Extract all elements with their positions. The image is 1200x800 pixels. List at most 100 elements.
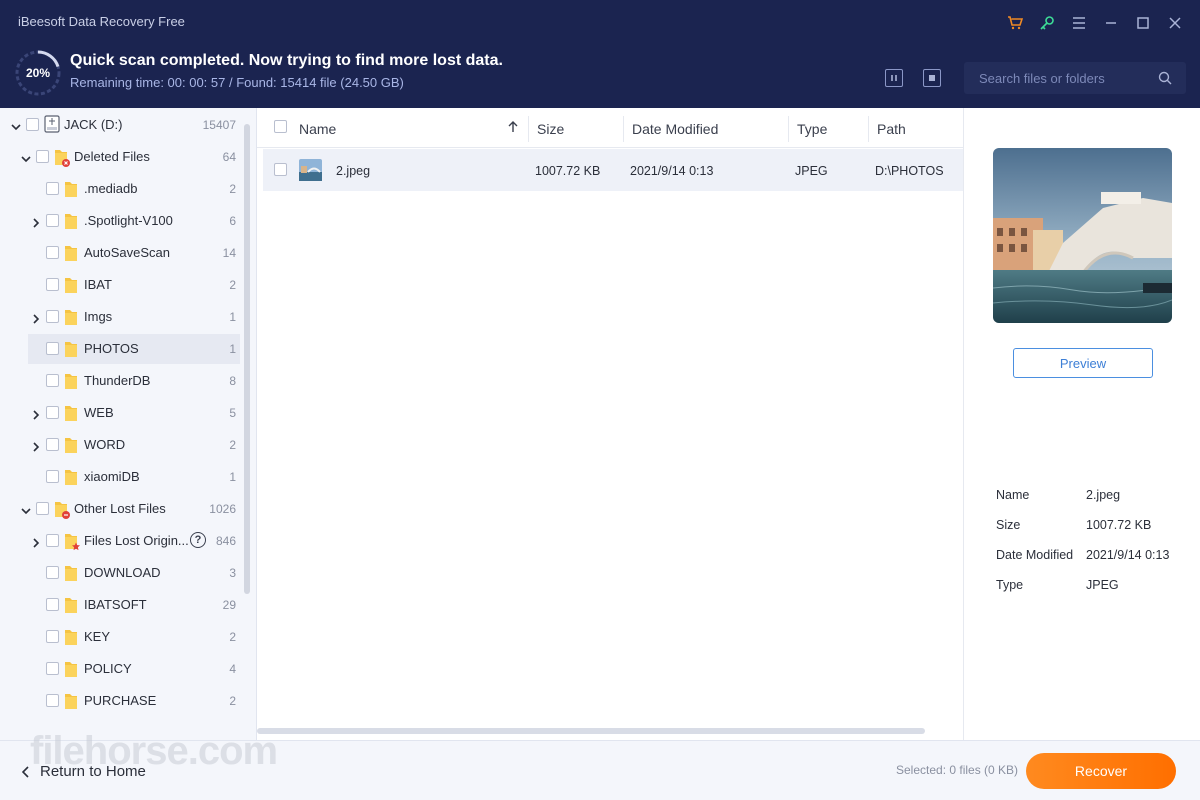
tree-checkbox[interactable]	[46, 662, 59, 675]
folder-tree: JACK (D:) 15407 Deleted Files 64 .mediadb 2 .S…	[0, 108, 257, 740]
chevron-down-icon[interactable]	[21, 152, 31, 163]
folder-icon	[64, 467, 78, 485]
tree-item-deleted-files[interactable]: Deleted Files 64	[0, 142, 240, 172]
info-name-label: Name	[996, 488, 1030, 502]
column-type[interactable]: Type	[797, 121, 827, 137]
sort-ascending-icon[interactable]	[508, 121, 518, 133]
chevron-right-icon[interactable]	[31, 216, 41, 228]
tree-item-folder[interactable]: AutoSaveScan 14	[0, 238, 240, 268]
chevron-right-icon[interactable]	[31, 440, 41, 452]
tree-checkbox[interactable]	[46, 694, 59, 707]
tree-item-folder[interactable]: Files Lost Origin...? 846	[0, 526, 240, 556]
tree-checkbox[interactable]	[46, 374, 59, 387]
tree-item-folder[interactable]: .Spotlight-V100 6	[0, 206, 240, 236]
preview-button[interactable]: Preview	[1013, 348, 1153, 378]
tree-checkbox[interactable]	[46, 182, 59, 195]
tree-item-label: IBAT	[84, 277, 112, 292]
tree-checkbox[interactable]	[46, 310, 59, 323]
tree-item-label: DOWNLOAD	[84, 565, 161, 580]
column-divider	[788, 116, 789, 142]
image-file-icon	[299, 159, 322, 181]
tree-item-folder[interactable]: KEY 2	[0, 622, 240, 652]
search-icon[interactable]	[1158, 71, 1172, 85]
tree-item-label: KEY	[84, 629, 111, 644]
tree-item-count: 29	[222, 598, 236, 612]
stop-button[interactable]	[923, 69, 941, 87]
recover-button[interactable]: Recover	[1026, 753, 1176, 789]
pause-button[interactable]	[885, 69, 903, 87]
tree-item-folder[interactable]: Imgs 1	[0, 302, 240, 332]
tree-item-folder[interactable]: DOWNLOAD 3	[0, 558, 240, 588]
sidebar-scrollbar[interactable]	[244, 124, 250, 594]
tree-checkbox[interactable]	[46, 246, 59, 259]
tree-item-folder[interactable]: .mediadb 2	[0, 174, 240, 204]
chevron-down-icon[interactable]	[21, 504, 31, 515]
help-icon[interactable]: ?	[190, 532, 206, 548]
minimize-icon[interactable]	[1100, 12, 1122, 34]
tree-item-folder[interactable]: PURCHASE 2	[0, 686, 240, 716]
tree-item-count: 1026	[209, 502, 236, 516]
tree-checkbox[interactable]	[46, 598, 59, 611]
tree-checkbox[interactable]	[46, 406, 59, 419]
tree-item-folder[interactable]: xiaomiDB 1	[0, 462, 240, 492]
key-icon[interactable]	[1036, 12, 1058, 34]
tree-checkbox[interactable]	[46, 534, 59, 547]
menu-icon[interactable]	[1068, 12, 1090, 34]
column-date-modified[interactable]: Date Modified	[632, 121, 718, 137]
tree-item-other-lost-files[interactable]: Other Lost Files 1026	[0, 494, 240, 524]
tree-checkbox[interactable]	[46, 342, 59, 355]
tree-item-folder[interactable]: WORD 2	[0, 430, 240, 460]
tree-item-count: 2	[229, 630, 236, 644]
return-home-link[interactable]: Return to Home	[22, 763, 146, 780]
tree-item-folder[interactable]: IBATSOFT 29	[0, 590, 240, 620]
search-input[interactable]	[964, 62, 1154, 94]
tree-item-folder[interactable]: POLICY 4	[0, 654, 240, 684]
tree-item-count: 6	[229, 214, 236, 228]
tree-item-drive[interactable]: JACK (D:) 15407	[0, 110, 240, 140]
horizontal-scrollbar[interactable]	[257, 728, 925, 734]
cart-icon[interactable]	[1004, 12, 1026, 34]
tree-checkbox[interactable]	[46, 278, 59, 291]
folder-icon	[64, 595, 78, 613]
tree-item-label: Deleted Files	[74, 149, 150, 164]
tree-checkbox[interactable]	[46, 566, 59, 579]
chevron-right-icon[interactable]	[31, 312, 41, 324]
column-path[interactable]: Path	[877, 121, 906, 137]
tree-item-count: 1	[229, 470, 236, 484]
tree-checkbox[interactable]	[26, 118, 39, 131]
row-checkbox[interactable]	[274, 163, 287, 176]
tree-item-count: 2	[229, 278, 236, 292]
column-divider	[623, 116, 624, 142]
tree-item-folder[interactable]: WEB 5	[0, 398, 240, 428]
tree-item-folder[interactable]: IBAT 2	[0, 270, 240, 300]
tree-item-count: 2	[229, 438, 236, 452]
chevron-right-icon[interactable]	[31, 408, 41, 420]
tree-checkbox[interactable]	[46, 630, 59, 643]
info-size-label: Size	[996, 518, 1021, 532]
scan-status-title: Quick scan completed. Now trying to find…	[70, 52, 503, 69]
tree-checkbox[interactable]	[46, 438, 59, 451]
tree-checkbox[interactable]	[46, 470, 59, 483]
tree-item-folder[interactable]: ThunderDB 8	[0, 366, 240, 396]
tree-checkbox[interactable]	[46, 214, 59, 227]
maximize-icon[interactable]	[1132, 12, 1154, 34]
tree-checkbox[interactable]	[36, 502, 49, 515]
tree-checkbox[interactable]	[36, 150, 49, 163]
table-row[interactable]: 2.jpeg 1007.72 KB 2021/9/14 0:13 JPEG D:…	[263, 149, 963, 191]
image-thumbnail	[993, 148, 1172, 323]
tree-item-count: 4	[229, 662, 236, 676]
tree-item-folder[interactable]: PHOTOS 1	[28, 334, 240, 364]
chevron-down-icon[interactable]	[11, 120, 21, 131]
close-icon[interactable]	[1164, 12, 1186, 34]
tree-item-count: 14	[222, 246, 236, 260]
tree-item-label: Other Lost Files	[74, 501, 166, 516]
column-size[interactable]: Size	[537, 121, 564, 137]
tree-item-count: 846	[215, 534, 236, 548]
chevron-right-icon[interactable]	[31, 536, 41, 548]
select-all-checkbox[interactable]	[274, 120, 287, 133]
column-name[interactable]: Name	[299, 121, 336, 137]
folder-icon	[64, 691, 78, 709]
tree-item-count: 5	[229, 406, 236, 420]
chevron-left-icon	[22, 765, 29, 778]
info-date-value: 2021/9/14 0:13	[1086, 548, 1170, 562]
